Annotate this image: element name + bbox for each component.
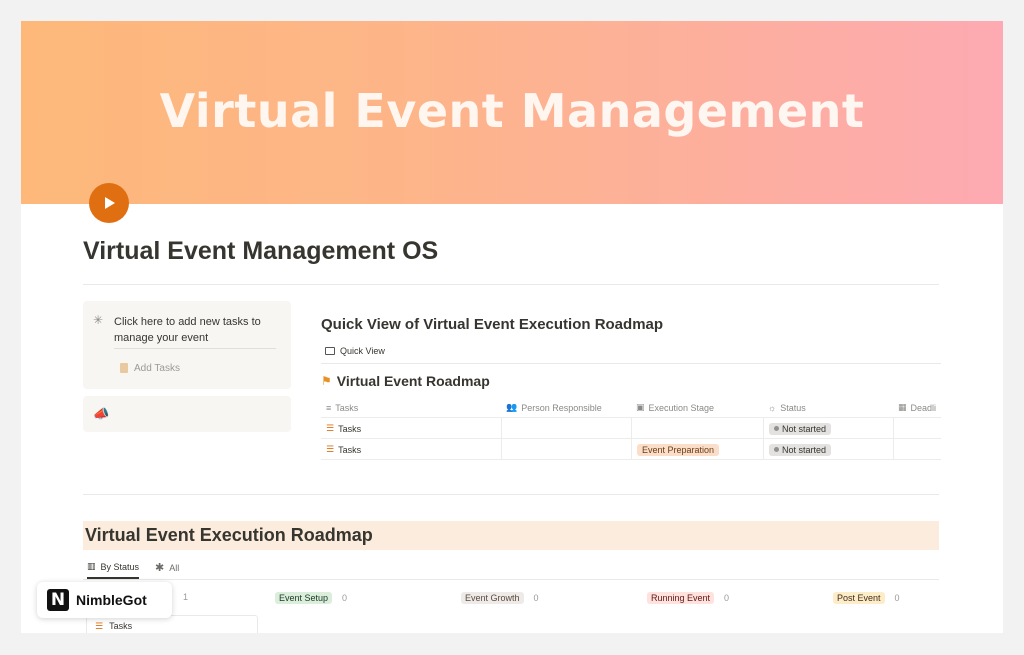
megaphone-icon: 📣 [93,406,110,421]
stage-badge: Event Preparation [637,443,720,456]
tab-by-status[interactable]: ▥ By Status [87,561,140,579]
play-icon[interactable] [89,183,129,223]
people-icon: 👥 [506,402,518,412]
column-header-stage[interactable]: ▣ Execution Stage [631,397,763,418]
divider [321,363,941,364]
group-tag: Post Event [833,592,885,604]
board-group-running-event[interactable]: Running Event 0 [647,592,729,604]
megaphone-callout: 📣 [83,396,291,432]
board-group-first[interactable]: 1 [183,592,188,602]
column-header-person[interactable]: 👥 Person Responsible [501,397,631,418]
brand-logo-icon: N [47,589,69,611]
tab-quick-view[interactable]: Quick View [325,346,385,356]
callout-text: Click here to add new tasks to manage yo… [114,316,261,344]
table-icon [325,347,335,355]
status-cell[interactable]: Not started [763,439,893,460]
divider [83,284,939,285]
select-icon: ▣ [636,402,645,412]
column-header-status[interactable]: ☼ Status [763,397,893,418]
task-list-icon: ☰ [326,444,335,454]
task-list-icon: ☰ [326,423,335,433]
text-property-icon: ≡ [326,402,332,413]
task-list-icon: ☰ [95,620,104,631]
tab-label: Quick View [340,346,385,356]
status-badge: Not started [769,422,832,435]
cover-title: Virtual Event Management [159,83,865,138]
page-canvas: Virtual Event Management Virtual Event M… [21,21,1003,633]
tab-all[interactable]: ✱ All [155,561,179,574]
cover-banner: Virtual Event Management [21,21,1003,204]
add-tasks-label: Add Tasks [134,362,180,374]
database-title-label: Virtual Event Roadmap [336,373,490,389]
table-row[interactable]: ☰ Tasks Not started [321,418,941,439]
divider [83,494,939,495]
column-header-tasks[interactable]: ≡ Tasks [321,397,501,418]
roadmap-heading: Virtual Event Execution Roadmap [85,525,373,545]
page-title: Virtual Event Management OS [83,237,439,265]
add-tasks-callout: ✳ Click here to add new tasks to manage … [83,301,291,389]
stage-cell[interactable] [631,418,763,439]
group-count: 1 [183,592,189,602]
add-tasks-button[interactable]: Add Tasks [114,357,194,379]
view-tabs: ▥ By Status ✱ All [83,558,939,580]
task-cell[interactable]: ☰ Tasks [321,418,501,439]
table-header: ≡ Tasks 👥 Person Responsible ▣ Execution St… [321,397,941,418]
status-dot-icon [774,447,779,452]
status-badge: Not started [769,443,832,456]
column-header-deadline[interactable]: ▦ Deadli [893,397,941,418]
group-count: 0 [894,593,900,603]
quick-view-heading: Quick View of Virtual Event Execution Ro… [321,316,664,333]
status-dot-icon [774,426,779,431]
task-cell[interactable]: ☰ Tasks [321,439,501,460]
brand-name: NimbleGot [76,592,147,608]
person-cell[interactable] [501,418,631,439]
roadmap-icon: ⚑ [321,374,332,388]
sparkle-icon: ✳ [93,313,104,327]
group-tag: Event Growth [461,592,524,604]
stage-cell[interactable]: Event Preparation [631,439,763,460]
person-cell[interactable] [501,439,631,460]
board-icon: ▥ [87,561,96,571]
board-group-event-growth[interactable]: Event Growth 0 [461,592,539,604]
status-cell[interactable]: Not started [763,418,893,439]
roadmap-section-header: Virtual Event Execution Roadmap [83,521,939,550]
brand-watermark: N NimbleGot [37,582,172,618]
calendar-icon: ▦ [898,402,907,412]
deadline-cell[interactable] [893,418,941,439]
board-group-post-event[interactable]: Post Event 0 [833,592,900,604]
roadmap-table: ≡ Tasks 👥 Person Responsible ▣ Execution St… [321,397,941,460]
asterisk-icon: ✱ [155,562,165,574]
database-title[interactable]: ⚑ Virtual Event Roadmap [321,373,490,389]
document-icon [120,363,128,373]
group-count: 0 [533,593,539,603]
group-count: 0 [724,593,730,603]
group-count: 0 [342,593,348,603]
status-icon: ☼ [768,402,777,413]
board-group-event-setup[interactable]: Event Setup 0 [275,592,347,604]
divider [114,348,276,349]
group-tag: Running Event [647,592,715,604]
group-tag: Event Setup [275,592,333,604]
table-row[interactable]: ☰ Tasks Event Preparation Not started [321,439,941,460]
card-title: Tasks [109,621,133,631]
deadline-cell[interactable] [893,439,941,460]
